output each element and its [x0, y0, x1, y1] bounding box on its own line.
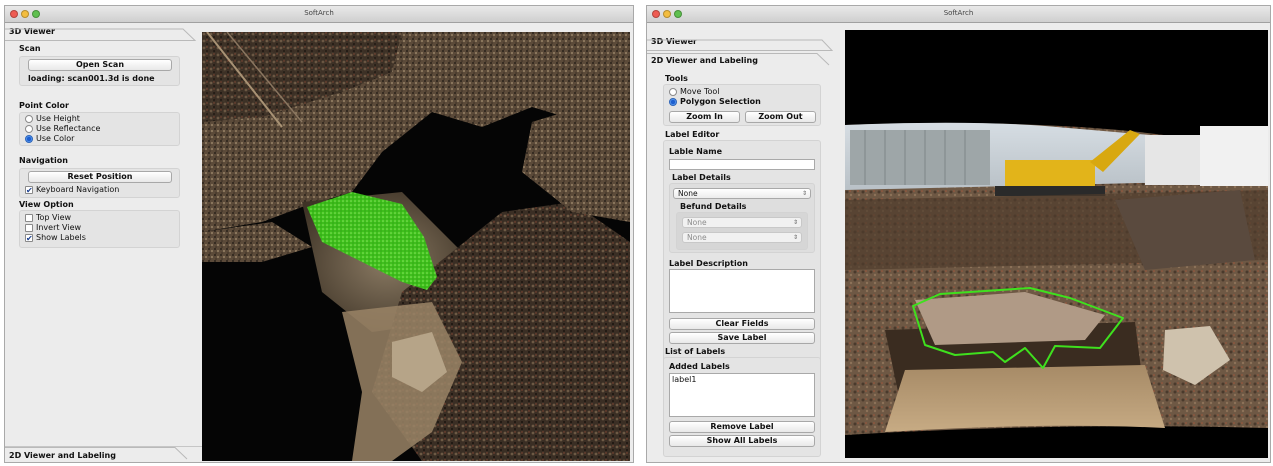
added-labels-list[interactable]: label1: [669, 373, 815, 417]
polygon-selection-label: Polygon Selection: [680, 97, 761, 106]
title-bar: SoftArch: [5, 6, 633, 23]
use-color-radio[interactable]: [25, 135, 33, 143]
navigation-title: Navigation: [19, 156, 68, 165]
tab-2d-viewer-collapsed[interactable]: 2D Viewer and Labeling: [5, 446, 202, 462]
scan-status-text: loading: scan001.3d is done: [28, 74, 155, 83]
keyboard-navigation-checkbox[interactable]: ✔: [25, 186, 33, 195]
softarch-window-right: SoftArch 3D Viewer 2D Viewer and Labelin…: [646, 5, 1271, 463]
use-reflectance-label: Use Reflectance: [36, 124, 101, 133]
keyboard-navigation-label: Keyboard Navigation: [36, 185, 120, 194]
select-arrows-icon: ⇕: [801, 190, 807, 197]
label-description-textarea[interactable]: [669, 269, 815, 313]
label-details-group: None ⇕ Befund Details None ⇕ None ⇕: [669, 183, 815, 253]
tab-2d-viewer-label: 2D Viewer and Labeling: [9, 451, 116, 460]
3d-point-cloud-viewport[interactable]: [202, 32, 630, 461]
label-details-caption: Label Details: [672, 173, 731, 182]
view-option-group: Top View Invert View ✔ Show Labels: [19, 210, 180, 248]
befund-select-1[interactable]: None ⇕: [682, 217, 802, 228]
use-height-radio[interactable]: [25, 115, 33, 123]
zoom-out-button[interactable]: Zoom Out: [745, 111, 816, 123]
top-view-label: Top View: [36, 213, 72, 222]
label-name-caption: Lable Name: [669, 147, 723, 156]
select-arrows-icon: ⇕: [792, 234, 798, 241]
label-name-input[interactable]: [669, 159, 815, 170]
window-title: SoftArch: [943, 9, 974, 17]
label-editor-title: Label Editor: [665, 130, 720, 139]
top-view-checkbox[interactable]: [25, 214, 33, 222]
save-label-button[interactable]: Save Label: [669, 332, 815, 344]
zoom-in-button[interactable]: Zoom In: [669, 111, 740, 123]
show-all-labels-button[interactable]: Show All Labels: [669, 435, 815, 447]
use-color-label: Use Color: [36, 134, 75, 143]
remove-label-button[interactable]: Remove Label: [669, 421, 815, 433]
tab-outline-active: [647, 53, 830, 66]
tools-group: Move Tool Polygon Selection Zoom In Zoom…: [663, 84, 821, 126]
tools-title: Tools: [665, 74, 688, 83]
point-cloud-render: [202, 32, 630, 461]
list-of-labels-title: List of Labels: [665, 347, 726, 356]
list-item[interactable]: label1: [672, 375, 696, 384]
panorama-image: [845, 30, 1268, 458]
control-panel: 3D Viewer 2D Viewer and Labeling Tools M…: [647, 24, 843, 462]
befund-details-group: None ⇕ None ⇕: [676, 212, 808, 250]
control-panel: 3D Viewer Scan Open Scan loading: scan00…: [5, 24, 202, 462]
befund-select-1-value: None: [687, 218, 707, 227]
softarch-window-left: SoftArch 3D Viewer Scan Open Scan loadin…: [4, 5, 634, 463]
invert-view-checkbox[interactable]: [25, 224, 33, 232]
open-scan-button[interactable]: Open Scan: [28, 59, 172, 71]
use-height-label: Use Height: [36, 114, 80, 123]
label-details-select[interactable]: None ⇕: [673, 188, 811, 199]
use-reflectance-radio[interactable]: [25, 125, 33, 133]
show-labels-checkbox[interactable]: ✔: [25, 234, 33, 243]
2d-panorama-viewport[interactable]: [845, 30, 1268, 458]
move-tool-radio[interactable]: [669, 88, 677, 96]
select-arrows-icon: ⇕: [792, 219, 798, 226]
title-bar: SoftArch: [647, 6, 1270, 23]
scan-section-title: Scan: [19, 44, 41, 53]
scan-group: Open Scan loading: scan001.3d is done: [19, 56, 180, 86]
tab-outline: [647, 39, 834, 51]
befund-select-2[interactable]: None ⇕: [682, 232, 802, 243]
befund-details-caption: Befund Details: [680, 202, 747, 211]
reset-position-button[interactable]: Reset Position: [28, 171, 172, 183]
polygon-selection-radio[interactable]: [669, 98, 677, 106]
point-color-title: Point Color: [19, 101, 69, 110]
tab-header-outline: [5, 28, 197, 41]
point-color-group: Use Height Use Reflectance Use Color: [19, 112, 180, 146]
label-editor-group: Lable Name Label Details None ⇕ Befund D…: [663, 140, 821, 366]
list-of-labels-group: Added Labels label1 Remove Label Show Al…: [663, 357, 821, 457]
navigation-group: Reset Position ✔ Keyboard Navigation: [19, 168, 180, 198]
befund-select-2-value: None: [687, 233, 707, 242]
window-title: SoftArch: [304, 9, 334, 17]
show-labels-label: Show Labels: [36, 233, 86, 242]
view-option-title: View Option: [19, 200, 74, 209]
invert-view-label: Invert View: [36, 223, 82, 232]
added-labels-caption: Added Labels: [669, 362, 730, 371]
move-tool-label: Move Tool: [680, 87, 720, 96]
label-description-caption: Label Description: [669, 259, 748, 268]
clear-fields-button[interactable]: Clear Fields: [669, 318, 815, 330]
label-details-value: None: [678, 189, 698, 198]
